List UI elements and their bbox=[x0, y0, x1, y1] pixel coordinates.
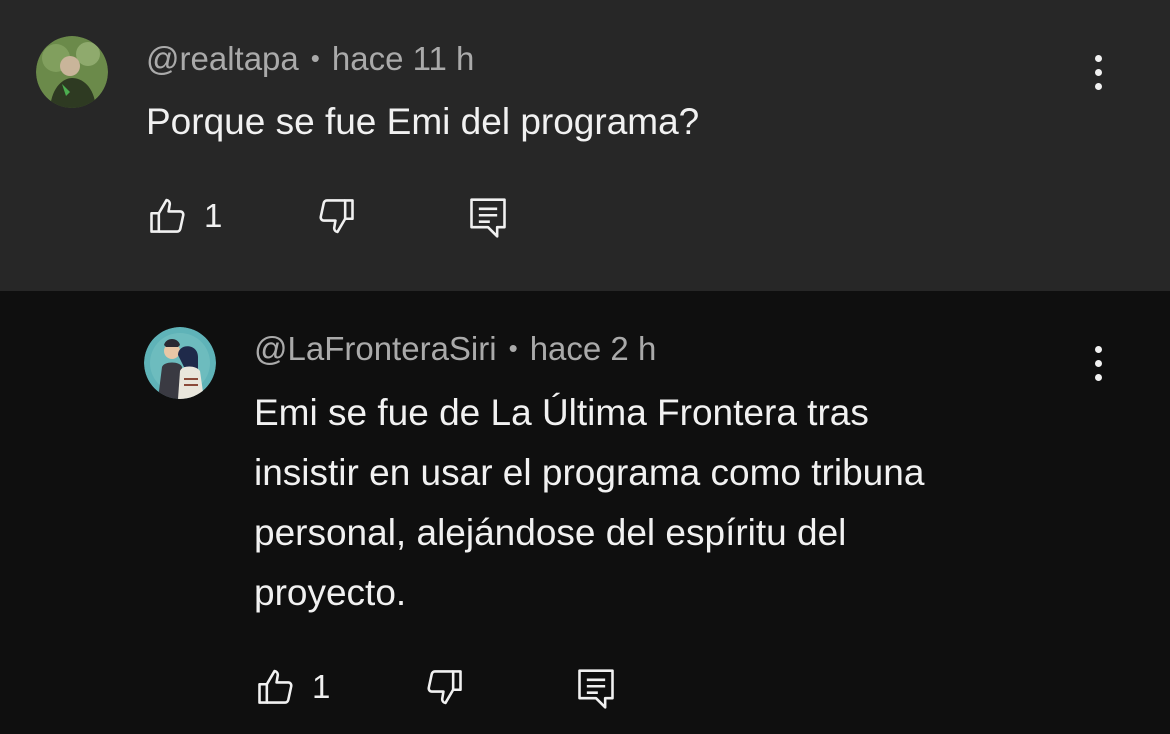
comment: @realtapa • hace 11 h Porque se fue Emi de… bbox=[0, 0, 1170, 291]
like-count: 1 bbox=[312, 668, 331, 705]
comment-meta: @LaFronteraSiri • hace 2 h bbox=[254, 330, 656, 368]
timestamp[interactable]: hace 2 h bbox=[530, 330, 657, 367]
reply-button[interactable] bbox=[574, 665, 618, 713]
reply-comment: @LaFronteraSiri • hace 2 h Emi se fue de L… bbox=[0, 291, 1170, 734]
separator-dot: • bbox=[508, 333, 518, 363]
reply-comment-icon bbox=[470, 198, 506, 238]
timestamp[interactable]: hace 11 h bbox=[332, 40, 475, 77]
comment-meta: @realtapa • hace 11 h bbox=[146, 40, 474, 78]
separator-dot: • bbox=[310, 43, 320, 73]
dislike-button[interactable] bbox=[422, 665, 466, 709]
comment-text: Porque se fue Emi del programa? bbox=[146, 101, 700, 142]
like-button[interactable]: 1 bbox=[146, 194, 222, 238]
avatar[interactable] bbox=[36, 36, 108, 108]
thumb-down-icon bbox=[319, 199, 354, 234]
author-handle[interactable]: @LaFronteraSiri bbox=[254, 330, 497, 367]
more-vertical-icon[interactable] bbox=[1078, 339, 1118, 387]
reply-comment-icon bbox=[578, 669, 614, 709]
thumb-up-icon bbox=[150, 198, 185, 233]
thumb-up-icon bbox=[258, 669, 293, 704]
thumb-down-icon bbox=[427, 670, 462, 705]
like-button[interactable]: 1 bbox=[254, 665, 330, 709]
reply-button[interactable] bbox=[466, 194, 510, 242]
avatar[interactable] bbox=[144, 327, 216, 399]
comment-text: Emi se fue de La Última Frontera tras in… bbox=[254, 392, 925, 613]
dislike-button[interactable] bbox=[314, 194, 358, 238]
like-count: 1 bbox=[204, 197, 223, 234]
more-vertical-icon[interactable] bbox=[1078, 48, 1118, 96]
author-handle[interactable]: @realtapa bbox=[146, 40, 299, 77]
